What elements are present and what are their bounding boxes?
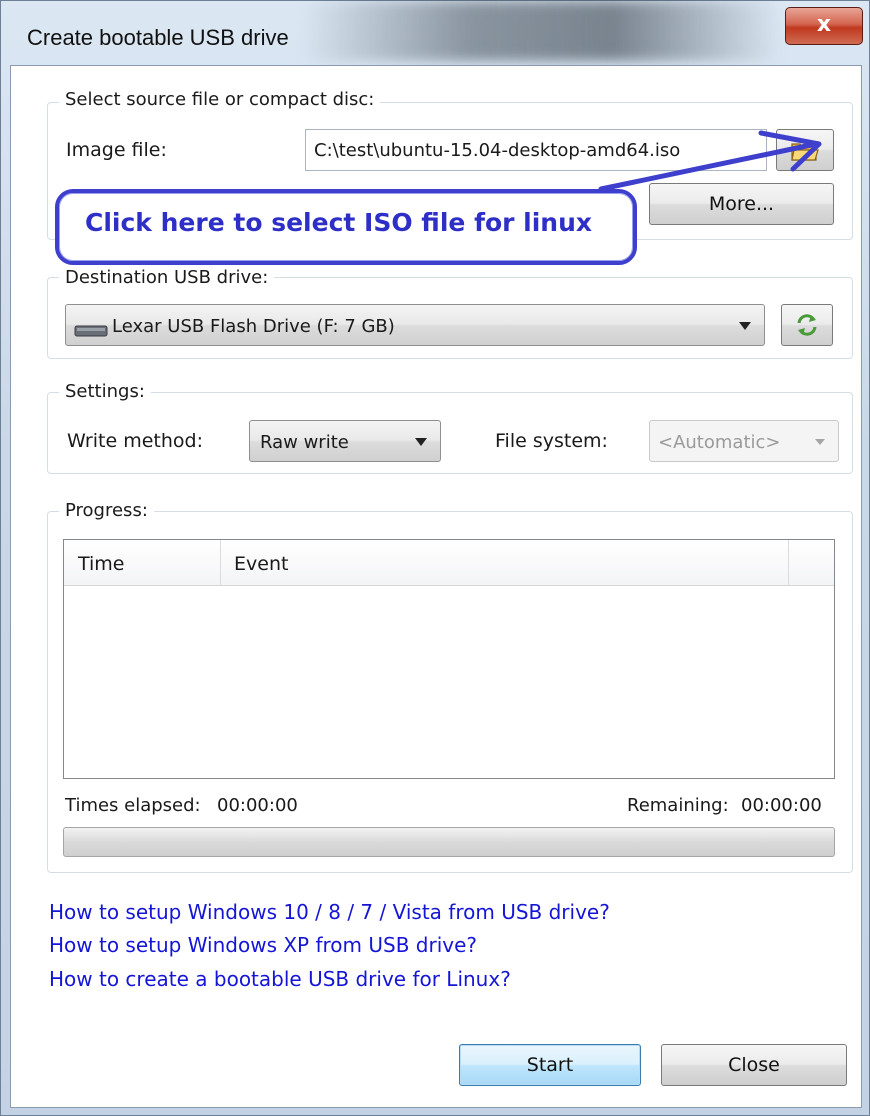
title-bar[interactable]: Create bootable USB drive x bbox=[1, 1, 870, 71]
progress-bar bbox=[63, 827, 835, 857]
title-bar-shade bbox=[301, 1, 781, 61]
close-window-button[interactable]: x bbox=[785, 7, 863, 45]
column-divider bbox=[220, 540, 221, 586]
remaining-label: Remaining: bbox=[627, 795, 729, 816]
usb-drive-selected: Lexar USB Flash Drive (F: 7 GB) bbox=[112, 316, 395, 337]
refresh-drives-button[interactable] bbox=[781, 304, 833, 346]
column-divider bbox=[788, 540, 789, 586]
chevron-down-icon bbox=[739, 322, 751, 330]
file-system-value: <Automatic> bbox=[658, 432, 781, 453]
elapsed-value: 00:00:00 bbox=[217, 795, 298, 816]
file-system-label: File system: bbox=[495, 430, 608, 452]
destination-group-label: Destination USB drive: bbox=[59, 267, 275, 288]
window-frame: Create bootable USB drive x Select sourc… bbox=[0, 0, 870, 1116]
event-log-table[interactable]: Time Event bbox=[63, 539, 835, 779]
window-title: Create bootable USB drive bbox=[27, 25, 289, 50]
file-system-select: <Automatic> bbox=[649, 420, 839, 462]
write-method-value: Raw write bbox=[260, 432, 349, 453]
annotation-arrow bbox=[598, 130, 822, 192]
event-log-header: Time Event bbox=[64, 540, 834, 586]
usb-drive-icon bbox=[74, 325, 108, 337]
link-setup-windows-vista[interactable]: How to setup Windows 10 / 8 / 7 / Vista … bbox=[49, 900, 610, 924]
progress-group-label: Progress: bbox=[59, 500, 154, 521]
chevron-down-icon bbox=[815, 439, 825, 445]
settings-group-label: Settings: bbox=[59, 381, 151, 402]
column-header-time[interactable]: Time bbox=[78, 553, 125, 575]
write-method-select[interactable]: Raw write bbox=[249, 420, 441, 462]
start-button[interactable]: Start bbox=[459, 1044, 641, 1086]
write-method-label: Write method: bbox=[67, 430, 203, 452]
usb-drive-select[interactable]: Lexar USB Flash Drive (F: 7 GB) bbox=[65, 304, 765, 346]
image-file-label: Image file: bbox=[66, 139, 167, 161]
elapsed-label: Times elapsed: bbox=[65, 795, 201, 816]
link-setup-windows-xp[interactable]: How to setup Windows XP from USB drive? bbox=[49, 933, 477, 957]
annotation-text: Click here to select ISO file for linux bbox=[85, 208, 593, 237]
remaining-value: 00:00:00 bbox=[741, 795, 822, 816]
link-bootable-linux[interactable]: How to create a bootable USB drive for L… bbox=[49, 967, 511, 991]
close-button[interactable]: Close bbox=[661, 1044, 847, 1086]
chevron-down-icon bbox=[415, 438, 427, 446]
refresh-icon bbox=[797, 314, 817, 336]
column-header-event[interactable]: Event bbox=[234, 553, 288, 575]
source-group-label: Select source file or compact disc: bbox=[59, 89, 381, 110]
